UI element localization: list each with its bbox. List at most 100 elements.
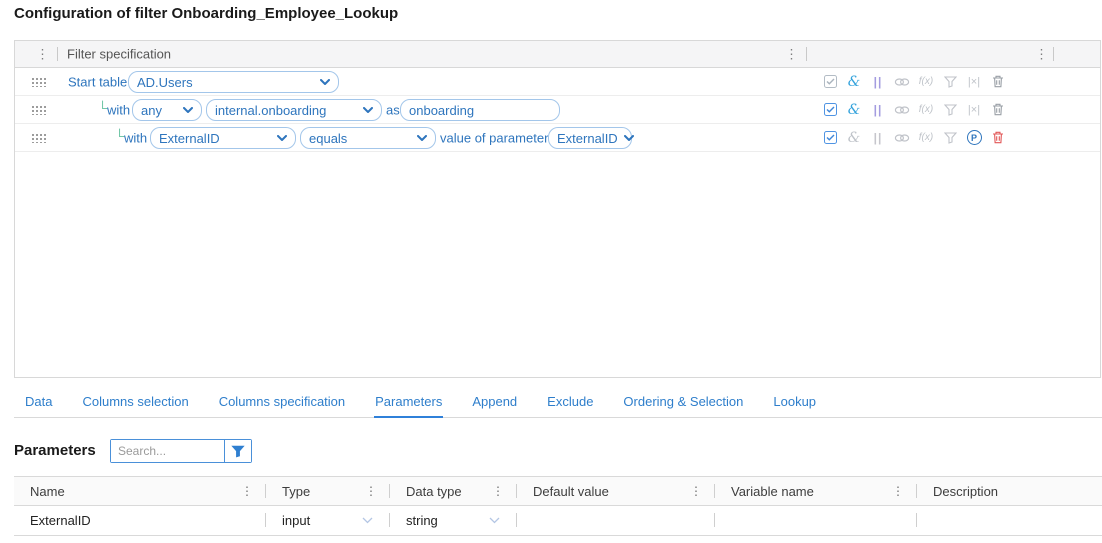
divider (57, 47, 58, 61)
panel-menu-icon[interactable]: ⋮ (36, 48, 49, 61)
and-operator-icon[interactable]: & (842, 102, 866, 118)
start-table-label: Start table (68, 74, 128, 89)
operator-select[interactable]: equals (300, 127, 436, 149)
config-tabs: Data Columns selection Columns specifica… (14, 392, 1102, 418)
filter-row-with-condition: └ with ExternalID equals value of parame… (15, 124, 1100, 152)
tab-exclude[interactable]: Exclude (546, 392, 594, 418)
enabled-checkbox[interactable] (818, 75, 842, 88)
or-operator-icon[interactable]: || (866, 75, 890, 89)
parameters-table: Name ⋮ Type ⋮ Data type ⋮ Default value … (14, 476, 1102, 536)
as-label: as (386, 102, 400, 117)
page-title: Configuration of filter Onboarding_Emplo… (14, 5, 399, 22)
panel-menu-icon-3[interactable]: ⋮ (1035, 48, 1048, 61)
column-menu-icon[interactable]: ⋮ (690, 484, 702, 498)
chevron-down-icon (489, 517, 500, 524)
panel-title: Filter specification (67, 46, 172, 62)
cell-default-value[interactable] (517, 506, 715, 535)
delete-icon[interactable] (986, 75, 1010, 88)
with-label: with (124, 130, 148, 145)
parameter-row[interactable]: ExternalID input string (14, 506, 1102, 536)
function-icon[interactable]: f(x) (914, 104, 938, 115)
check-icon (826, 106, 835, 113)
tree-connector-icon: └ (115, 128, 125, 144)
tab-columns-selection[interactable]: Columns selection (81, 392, 189, 418)
column-header-data-type: Data type ⋮ (390, 477, 517, 505)
check-icon (826, 134, 835, 141)
parameters-search (110, 439, 252, 463)
and-operator-icon[interactable]: & (842, 130, 866, 146)
filter-icon[interactable] (938, 103, 962, 116)
column-menu-icon[interactable]: ⋮ (241, 484, 253, 498)
cell-name: ExternalID (14, 506, 266, 535)
relation-select[interactable]: internal.onboarding (206, 99, 382, 121)
exclude-icon[interactable]: |×| (962, 76, 986, 88)
chevron-down-icon (277, 134, 287, 141)
column-header-default-value: Default value ⋮ (517, 477, 715, 505)
exclude-icon[interactable]: |×| (962, 104, 986, 116)
filter-icon (231, 445, 245, 457)
value-of-parameter-label: value of parameter (440, 130, 549, 145)
chevron-down-icon (363, 106, 373, 113)
filter-row-with-relation: └ with any internal.onboarding as & || f… (15, 96, 1100, 124)
divider (806, 47, 807, 61)
cell-description[interactable] (917, 506, 1102, 535)
column-menu-icon[interactable]: ⋮ (365, 484, 377, 498)
filter-icon[interactable] (938, 131, 962, 144)
chevron-down-icon (320, 78, 330, 85)
chevron-down-icon (417, 134, 427, 141)
cell-data-type[interactable]: string (390, 506, 517, 535)
with-label: with (107, 102, 131, 117)
tab-lookup[interactable]: Lookup (772, 392, 817, 418)
row-actions: & || f(x) P (818, 124, 1010, 151)
check-icon (826, 78, 835, 85)
function-icon[interactable]: f(x) (914, 76, 938, 87)
filter-icon[interactable] (938, 75, 962, 88)
divider (1053, 47, 1054, 61)
enabled-checkbox[interactable] (818, 131, 842, 144)
column-header-type: Type ⋮ (266, 477, 390, 505)
tab-data[interactable]: Data (24, 392, 53, 418)
link-icon[interactable] (890, 133, 914, 143)
parameters-table-header: Name ⋮ Type ⋮ Data type ⋮ Default value … (14, 476, 1102, 506)
parameter-select[interactable]: ExternalID (548, 127, 634, 149)
start-table-select[interactable]: AD.Users (128, 71, 339, 93)
link-icon[interactable] (890, 77, 914, 87)
chevron-down-icon (623, 134, 634, 141)
row-actions: & || f(x) |×| (818, 96, 1010, 123)
filter-row-start-table: Start table AD.Users & || f(x) |×| (15, 68, 1100, 96)
drag-handle-icon[interactable] (31, 105, 46, 115)
panel-header: ⋮ Filter specification ⋮ ⋮ (15, 41, 1100, 68)
drag-handle-icon[interactable] (31, 77, 46, 87)
row-actions: & || f(x) |×| (818, 68, 1010, 95)
chevron-down-icon (362, 517, 373, 524)
panel-menu-icon-2[interactable]: ⋮ (785, 48, 798, 61)
column-header-description: Description (933, 483, 999, 499)
parameter-badge-icon[interactable]: P (962, 130, 986, 145)
function-icon[interactable]: f(x) (914, 132, 938, 143)
drag-handle-icon[interactable] (31, 133, 46, 143)
tab-append[interactable]: Append (471, 392, 518, 418)
delete-icon[interactable] (986, 103, 1010, 116)
and-operator-icon[interactable]: & (842, 74, 866, 90)
enabled-checkbox[interactable] (818, 103, 842, 116)
tab-columns-specification[interactable]: Columns specification (218, 392, 346, 418)
delete-icon[interactable] (986, 131, 1010, 144)
search-input[interactable] (111, 440, 224, 462)
link-icon[interactable] (890, 105, 914, 115)
tab-parameters[interactable]: Parameters (374, 392, 444, 418)
column-select[interactable]: ExternalID (150, 127, 296, 149)
quantifier-select[interactable]: any (132, 99, 202, 121)
column-menu-icon[interactable]: ⋮ (492, 484, 504, 498)
column-header-name: Name ⋮ (14, 477, 266, 505)
search-filter-button[interactable] (224, 440, 251, 462)
or-operator-icon[interactable]: || (866, 103, 890, 117)
alias-input[interactable] (400, 99, 560, 121)
column-menu-icon[interactable]: ⋮ (892, 484, 904, 498)
column-header-variable-name: Variable name ⋮ (715, 477, 917, 505)
cell-type[interactable]: input (266, 506, 390, 535)
parameters-heading: Parameters (14, 442, 96, 459)
tab-ordering-selection[interactable]: Ordering & Selection (622, 392, 744, 418)
or-operator-icon[interactable]: || (866, 131, 890, 145)
chevron-down-icon (183, 106, 193, 113)
cell-variable-name[interactable] (715, 506, 917, 535)
